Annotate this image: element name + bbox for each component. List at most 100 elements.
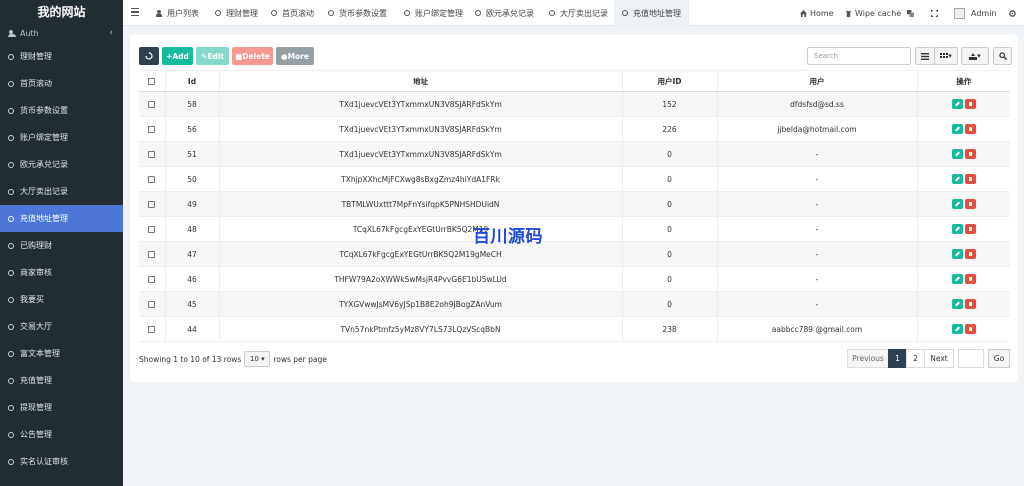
settings-button[interactable] <box>1009 0 1019 26</box>
edit-row-icon[interactable] <box>951 274 963 284</box>
sidebar-item[interactable]: 充值管理 <box>0 367 123 394</box>
column-header-address[interactable]: 地址 <box>219 70 623 92</box>
table-row[interactable]: 48 TCqXL67kFgcgExYEGtUrrBK5Q2M19 0- <box>139 216 1010 242</box>
column-header-id[interactable]: Id <box>165 70 220 92</box>
sidebar-item[interactable]: 公告管理 <box>0 421 123 448</box>
previous-page-button[interactable]: Previous <box>847 349 889 368</box>
delete-row-icon[interactable] <box>964 99 976 109</box>
edit-row-icon[interactable] <box>951 224 963 234</box>
row-checkbox[interactable] <box>148 276 156 283</box>
data-table: Id 地址 用户ID 用户 操作 58 TXd1juevcVEt3YTxmmxUN… <box>139 70 1010 342</box>
toggle-view-button[interactable] <box>915 47 935 65</box>
row-checkbox[interactable] <box>148 326 156 333</box>
add-button[interactable]: + Add <box>162 47 193 65</box>
table-row[interactable]: 58 TXd1juevcVEt3YTxmmxUN3V8SJARFdSkYm 152 d… <box>139 91 1010 117</box>
page-2-button[interactable]: 2 <box>906 349 925 368</box>
cell-user: - <box>717 141 918 167</box>
wipe-cache-link[interactable]: Wipe cache <box>845 0 901 26</box>
delete-row-icon[interactable] <box>964 299 976 309</box>
table-row[interactable]: 44 TVn57nkPtmfz5yMz8VY7LS73LQzVScqBbN 238 a… <box>139 316 1010 342</box>
fullscreen-button[interactable] <box>931 0 941 26</box>
row-checkbox[interactable] <box>148 151 156 158</box>
more-button[interactable]: ● More <box>276 47 314 65</box>
delete-row-icon[interactable] <box>964 174 976 184</box>
row-checkbox[interactable] <box>148 226 156 233</box>
sidebar-header-auth[interactable]: Auth ‹ <box>0 24 123 43</box>
row-checkbox[interactable] <box>148 301 156 308</box>
delete-row-icon[interactable] <box>964 199 976 209</box>
edit-row-icon[interactable] <box>951 324 963 334</box>
tab-deposit-address[interactable]: 充值地址管理 <box>614 0 689 26</box>
select-all-checkbox[interactable] <box>148 78 156 85</box>
edit-row-icon[interactable] <box>951 149 963 159</box>
table-row[interactable]: 56 TXd1juevcVEt3YTxmmxUN3V8SJARFdSkYm 226 j… <box>139 116 1010 142</box>
delete-row-icon[interactable] <box>964 224 976 234</box>
sidebar-item[interactable]: 首页滚动 <box>0 70 123 97</box>
delete-row-icon[interactable] <box>964 274 976 284</box>
tab-account-binding[interactable]: 账户绑定管理 <box>404 0 463 26</box>
delete-row-icon[interactable] <box>964 149 976 159</box>
sidebar-item[interactable]: 交易大厅 <box>0 313 123 340</box>
column-header-actions: 操作 <box>917 70 1010 92</box>
circle-icon <box>475 10 481 16</box>
table-row[interactable]: 45 TYXGVwwJsMV6yJSp1B8E2oh9JBogZAnVum 0- <box>139 291 1010 317</box>
edit-row-icon[interactable] <box>951 174 963 184</box>
next-page-button[interactable]: Next <box>924 349 954 368</box>
table-row[interactable]: 50 TXhjpXXhcMjFCXwg8sBxgZmz4hiYdA1FRk 0- <box>139 166 1010 192</box>
refresh-button[interactable] <box>139 47 159 65</box>
search-input[interactable]: Search <box>807 47 911 65</box>
menu-toggle-icon[interactable] <box>131 8 139 17</box>
language-button[interactable] <box>907 0 917 26</box>
export-button[interactable]: ▾ <box>961 47 989 65</box>
tab-home-scroll[interactable]: 首页滚动 <box>271 0 314 26</box>
tab-finance[interactable]: 理财管理 <box>215 0 258 26</box>
row-checkbox[interactable] <box>148 201 156 208</box>
table-row[interactable]: 47 TCqXL67kFgcgExYEGtUrrBK5Q2M19gMeCH 0- <box>139 241 1010 267</box>
advanced-search-button[interactable] <box>993 47 1012 65</box>
sidebar-item[interactable]: 已购理财 <box>0 232 123 259</box>
tab-hall-sell-records[interactable]: 大厅卖出记录 <box>549 0 608 26</box>
tab-user-list[interactable]: 用户列表 <box>156 0 199 26</box>
row-checkbox[interactable] <box>148 176 156 183</box>
edit-button[interactable]: ✎ Edit <box>196 47 229 65</box>
sidebar-item[interactable]: 理财管理 <box>0 43 123 70</box>
delete-row-icon[interactable] <box>964 324 976 334</box>
delete-row-icon[interactable] <box>964 249 976 259</box>
tab-currency-params[interactable]: 货币参数设置 <box>328 0 387 26</box>
sidebar-item[interactable]: 商家审核 <box>0 259 123 286</box>
chevron-left-icon[interactable]: ‹ <box>109 28 113 38</box>
page-jump-input[interactable] <box>958 349 984 368</box>
edit-row-icon[interactable] <box>951 199 963 209</box>
go-button[interactable]: Go <box>988 349 1010 368</box>
delete-row-icon[interactable] <box>964 124 976 134</box>
page-1-button[interactable]: 1 <box>888 349 907 368</box>
sidebar-item[interactable]: 货币参数设置 <box>0 97 123 124</box>
sidebar-item[interactable]: 实名认证审核 <box>0 448 123 475</box>
column-header-user-id[interactable]: 用户ID <box>622 70 718 92</box>
sidebar-item[interactable]: 富文本管理 <box>0 340 123 367</box>
sidebar-item[interactable]: 充值地址管理 <box>0 205 123 232</box>
circle-icon <box>8 296 14 303</box>
edit-row-icon[interactable] <box>951 249 963 259</box>
edit-row-icon[interactable] <box>951 124 963 134</box>
edit-row-icon[interactable] <box>951 99 963 109</box>
sidebar-item[interactable]: 欧元承兑记录 <box>0 151 123 178</box>
sidebar-item[interactable]: 账户绑定管理 <box>0 124 123 151</box>
table-row[interactable]: 46 THFW79A2oXWWkSwMsjR4PvvG6E1bU5wLUd 0- <box>139 266 1010 292</box>
edit-row-icon[interactable] <box>951 299 963 309</box>
row-checkbox[interactable] <box>148 126 156 133</box>
page-size-select[interactable]: 10 ▾ <box>244 351 271 367</box>
sidebar-item[interactable]: 大厅卖出记录 <box>0 178 123 205</box>
delete-button[interactable]: ■ Delete <box>232 47 273 65</box>
tab-euro-records[interactable]: 欧元承兑记录 <box>475 0 534 26</box>
column-header-user[interactable]: 用户 <box>717 70 918 92</box>
table-row[interactable]: 51 TXd1juevcVEt3YTxmmxUN3V8SJARFdSkYm 0- <box>139 141 1010 167</box>
sidebar-item[interactable]: 我要买 <box>0 286 123 313</box>
table-row[interactable]: 49 TBTMLWUxttt7MpFnYsifqpK5PNHSHDUidN 0- <box>139 191 1010 217</box>
columns-button[interactable]: ▾ <box>934 47 958 65</box>
sidebar-item[interactable]: 提现管理 <box>0 394 123 421</box>
admin-menu[interactable]: Admin <box>954 0 997 26</box>
row-checkbox[interactable] <box>148 101 156 108</box>
row-checkbox[interactable] <box>148 251 156 258</box>
home-link[interactable]: Home <box>800 0 834 26</box>
